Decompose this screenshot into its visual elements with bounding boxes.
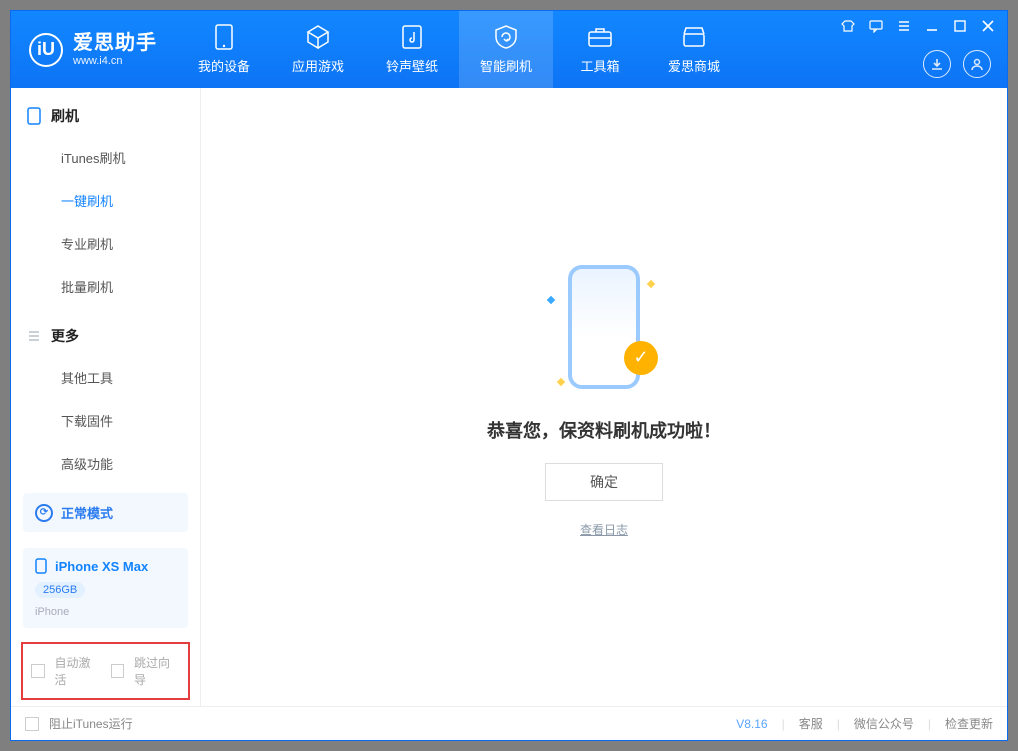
tab-ringtone-wallpaper[interactable]: 铃声壁纸	[365, 11, 459, 88]
logo-text: 爱思助手 www.i4.cn	[73, 32, 157, 68]
sparkle-icon	[547, 295, 555, 303]
app-subtitle: www.i4.cn	[73, 55, 157, 68]
tab-label: 应用游戏	[292, 56, 344, 75]
success-illustration: ✓	[544, 257, 664, 397]
tab-aisi-store[interactable]: 爱思商城	[647, 11, 741, 88]
success-message: 恭喜您，保资料刷机成功啦！	[487, 417, 721, 443]
window-controls	[839, 17, 997, 35]
checkbox-auto-activate[interactable]	[31, 664, 45, 678]
view-log-link[interactable]: 查看日志	[580, 521, 628, 538]
device-capacity: 256GB	[35, 582, 85, 598]
mode-label: 正常模式	[61, 503, 113, 522]
label-block-itunes: 阻止iTunes运行	[49, 715, 133, 732]
main-content: ✓ 恭喜您，保资料刷机成功啦！ 确定 查看日志	[201, 88, 1007, 706]
body: 刷机 iTunes刷机 一键刷机 专业刷机 批量刷机 更多 其他工具 下载固件 …	[11, 88, 1007, 706]
label-skip-wizard: 跳过向导	[134, 654, 180, 688]
app-window: iU 爱思助手 www.i4.cn 我的设备 应用游戏 铃声壁纸 智能刷机	[10, 10, 1008, 741]
checkbox-skip-wizard[interactable]	[111, 664, 125, 678]
sidebar-group-more: 更多	[11, 308, 200, 356]
sidebar-item-batch-flash[interactable]: 批量刷机	[11, 265, 200, 308]
header-right-icons	[923, 50, 991, 78]
sparkle-icon	[647, 279, 655, 287]
device-phone-icon	[35, 558, 47, 574]
label-auto-activate: 自动激活	[55, 654, 101, 688]
phone-icon	[27, 107, 41, 125]
ok-button[interactable]: 确定	[545, 463, 663, 501]
list-icon	[27, 329, 41, 343]
wechat-link[interactable]: 微信公众号	[854, 715, 914, 732]
device-name-text: iPhone XS Max	[55, 559, 148, 574]
menu-icon[interactable]	[895, 17, 913, 35]
sidebar-item-one-click-flash[interactable]: 一键刷机	[11, 179, 200, 222]
sidebar-item-advanced[interactable]: 高级功能	[11, 442, 200, 485]
nav-tabs: 我的设备 应用游戏 铃声壁纸 智能刷机 工具箱 爱思商城	[177, 11, 741, 88]
music-file-icon	[399, 24, 425, 50]
tab-apps-games[interactable]: 应用游戏	[271, 11, 365, 88]
sidebar: 刷机 iTunes刷机 一键刷机 专业刷机 批量刷机 更多 其他工具 下载固件 …	[11, 88, 201, 706]
check-update-link[interactable]: 检查更新	[945, 715, 993, 732]
group-title: 刷机	[51, 106, 79, 126]
cube-icon	[305, 24, 331, 50]
checkbox-block-itunes[interactable]	[25, 717, 39, 731]
app-title: 爱思助手	[73, 32, 157, 55]
mode-icon: ⟳	[35, 504, 53, 522]
version-label: V8.16	[736, 717, 767, 731]
tab-label: 工具箱	[580, 56, 619, 75]
tab-my-device[interactable]: 我的设备	[177, 11, 271, 88]
toolbox-icon	[587, 24, 613, 50]
maximize-button[interactable]	[951, 17, 969, 35]
device-type: iPhone	[35, 606, 176, 618]
sidebar-item-itunes-flash[interactable]: iTunes刷机	[11, 136, 200, 179]
tab-label: 我的设备	[198, 56, 250, 75]
sidebar-item-other-tools[interactable]: 其他工具	[11, 356, 200, 399]
device-icon	[211, 24, 237, 50]
sidebar-group-flash: 刷机	[11, 88, 200, 136]
download-icon[interactable]	[923, 50, 951, 78]
tab-smart-flash[interactable]: 智能刷机	[459, 11, 553, 88]
tab-label: 爱思商城	[668, 56, 720, 75]
tab-label: 智能刷机	[480, 56, 532, 75]
minimize-button[interactable]	[923, 17, 941, 35]
sidebar-item-pro-flash[interactable]: 专业刷机	[11, 222, 200, 265]
sidebar-item-download-firmware[interactable]: 下载固件	[11, 399, 200, 442]
skin-icon[interactable]	[839, 17, 857, 35]
feedback-icon[interactable]	[867, 17, 885, 35]
device-card[interactable]: iPhone XS Max 256GB iPhone	[23, 548, 188, 628]
mode-card[interactable]: ⟳ 正常模式	[23, 493, 188, 532]
check-badge-icon: ✓	[624, 341, 658, 375]
tab-toolbox[interactable]: 工具箱	[553, 11, 647, 88]
statusbar: 阻止iTunes运行 V8.16 | 客服 | 微信公众号 | 检查更新	[11, 706, 1007, 740]
titlebar: iU 爱思助手 www.i4.cn 我的设备 应用游戏 铃声壁纸 智能刷机	[11, 11, 1007, 88]
shield-refresh-icon	[493, 24, 519, 50]
tab-label: 铃声壁纸	[386, 56, 438, 75]
user-icon[interactable]	[963, 50, 991, 78]
app-logo: iU 爱思助手 www.i4.cn	[11, 11, 177, 88]
store-icon	[681, 24, 707, 50]
close-button[interactable]	[979, 17, 997, 35]
sparkle-icon	[557, 377, 565, 385]
support-link[interactable]: 客服	[799, 715, 823, 732]
logo-icon: iU	[29, 33, 63, 67]
group-title: 更多	[51, 326, 79, 346]
flash-options-row: 自动激活 跳过向导	[21, 642, 190, 700]
